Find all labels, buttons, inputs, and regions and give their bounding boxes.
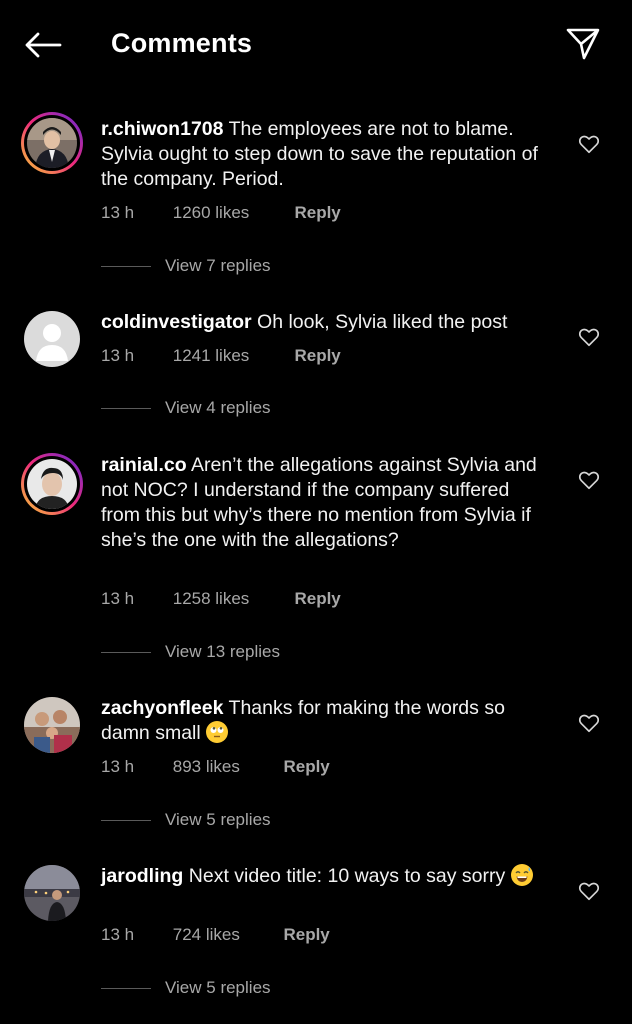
heart-icon[interactable] <box>578 880 600 902</box>
comment-username[interactable]: rainial.co <box>101 454 187 476</box>
divider-line <box>101 407 151 409</box>
comment-text: r.chiwon1708 The employees are not to bl… <box>101 117 551 192</box>
sweat-smile-emoji-icon <box>510 864 533 886</box>
view-replies-button[interactable]: View 7 replies <box>101 255 271 277</box>
comment-username[interactable]: zachyonfleek <box>101 697 223 719</box>
comment-username[interactable]: r.chiwon1708 <box>101 118 223 140</box>
avatar[interactable] <box>24 865 80 921</box>
heart-icon[interactable] <box>578 712 600 734</box>
view-replies-button[interactable]: View 4 replies <box>101 397 271 419</box>
view-replies-label: View 4 replies <box>165 398 271 417</box>
profile-photo-icon <box>27 459 77 509</box>
share-button[interactable] <box>562 24 604 64</box>
comment-text: jarodling Next video title: 10 ways to s… <box>101 864 551 889</box>
comment-text: zachyonfleek Thanks for making the words… <box>101 696 551 746</box>
comment-likes[interactable]: 1260 likes <box>173 203 290 223</box>
comment-meta: 13 h 1260 likes Reply <box>101 203 341 223</box>
avatar[interactable] <box>21 453 83 515</box>
view-replies-button[interactable]: View 13 replies <box>101 641 280 663</box>
page-title: Comments <box>111 28 253 58</box>
comment-likes[interactable]: 724 likes <box>173 925 279 945</box>
comment-time: 13 h <box>101 757 135 776</box>
heart-icon[interactable] <box>578 326 600 348</box>
avatar[interactable] <box>21 112 83 174</box>
avatar[interactable] <box>24 697 80 753</box>
reply-button[interactable]: Reply <box>294 203 340 223</box>
reply-button[interactable]: Reply <box>294 589 340 609</box>
comment-username[interactable]: coldinvestigator <box>101 311 252 333</box>
header-bar: Comments <box>0 0 632 90</box>
reply-button[interactable]: Reply <box>283 925 329 945</box>
heart-icon[interactable] <box>578 133 600 155</box>
default-avatar-icon <box>36 324 68 361</box>
comment-body: Oh look, Sylvia liked the post <box>257 311 508 333</box>
reply-button[interactable]: Reply <box>283 757 329 777</box>
comment-likes[interactable]: 893 likes <box>173 757 279 777</box>
divider-line <box>101 819 151 821</box>
avatar[interactable] <box>24 311 80 367</box>
paper-plane-icon <box>566 28 600 60</box>
comment-time: 13 h <box>101 925 135 944</box>
comment-time: 13 h <box>101 346 135 365</box>
view-replies-button[interactable]: View 5 replies <box>101 977 271 999</box>
profile-photo-icon <box>24 697 80 753</box>
profile-photo-icon <box>27 118 77 168</box>
comment-username[interactable]: jarodling <box>101 865 183 887</box>
comment-likes[interactable]: 1241 likes <box>173 346 290 366</box>
comment-text: coldinvestigator Oh look, Sylvia liked t… <box>101 310 551 335</box>
comment-text: rainial.co Aren’t the allegations agains… <box>101 453 551 553</box>
reply-button[interactable]: Reply <box>294 346 340 366</box>
comment-meta: 13 h 893 likes Reply <box>101 757 330 777</box>
divider-line <box>101 987 151 989</box>
view-replies-label: View 7 replies <box>165 256 271 275</box>
rolling-eyes-emoji-icon <box>206 721 229 743</box>
comment-meta: 13 h 1241 likes Reply <box>101 346 341 366</box>
profile-photo-icon <box>24 865 80 921</box>
comment-time: 13 h <box>101 589 135 608</box>
view-replies-button[interactable]: View 5 replies <box>101 809 271 831</box>
heart-icon[interactable] <box>578 469 600 491</box>
comment-meta: 13 h 1258 likes Reply <box>101 589 341 609</box>
comment-body: Next video title: 10 ways to say sorry <box>188 865 506 887</box>
view-replies-label: View 13 replies <box>165 642 280 661</box>
divider-line <box>101 265 151 267</box>
divider-line <box>101 651 151 653</box>
comment-likes[interactable]: 1258 likes <box>173 589 290 609</box>
back-button[interactable] <box>22 26 64 64</box>
comment-time: 13 h <box>101 203 135 222</box>
comment-meta: 13 h 724 likes Reply <box>101 925 330 945</box>
arrow-left-icon <box>25 32 62 58</box>
view-replies-label: View 5 replies <box>165 810 271 829</box>
view-replies-label: View 5 replies <box>165 978 271 997</box>
